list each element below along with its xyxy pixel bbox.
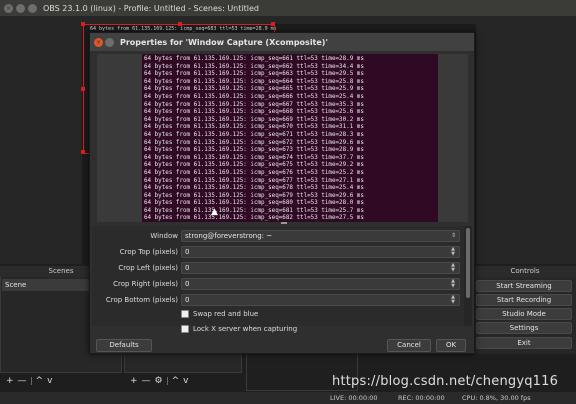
- obs-titlebar: × OBS 23.1.0 (linux) - Profile: Untitled…: [0, 0, 576, 16]
- mouse-pointer-icon: ▲: [211, 207, 218, 217]
- toolbar-separator: [166, 377, 168, 385]
- terminal-line: 64 bytes from 61.135.169.125: icmp_seq=6…: [144, 109, 364, 116]
- move-down-icon[interactable]: v: [183, 376, 188, 386]
- swap-red-blue-row[interactable]: Swap red and blue: [181, 310, 258, 318]
- status-bar: LIVE: 00:00:00 REC: 00:00:00 CPU: 0.8%, …: [0, 392, 576, 404]
- crop-top-input[interactable]: 0 ▲ ▼: [181, 246, 460, 258]
- terminal-line: 64 bytes from 61.135.169.125: icmp_seq=6…: [144, 177, 364, 184]
- live-timer: LIVE: 00:00:00: [330, 394, 378, 402]
- terminal-line: 64 bytes from 61.135.169.125: icmp_seq=6…: [144, 139, 364, 146]
- terminal-line: 64 bytes from 61.135.169.125: icmp_seq=6…: [144, 162, 364, 169]
- spin-arrows-icon[interactable]: ▲ ▼: [449, 279, 457, 289]
- resize-handle[interactable]: [81, 150, 85, 154]
- crop-top-value: 0: [185, 248, 190, 256]
- crop-bottom-value: 0: [185, 296, 190, 304]
- gear-icon[interactable]: ⚙: [155, 376, 163, 386]
- move-up-icon[interactable]: ^: [36, 376, 44, 386]
- properties-dialog: × Properties for 'Window Capture (Xcompo…: [89, 32, 475, 354]
- resize-handle[interactable]: [178, 22, 182, 26]
- window-select[interactable]: strong@foreverstrong: ~ ⇕: [181, 230, 460, 242]
- terminal-line: 64 bytes from 61.135.169.125: icmp_seq=6…: [144, 154, 364, 161]
- settings-button[interactable]: Settings: [476, 322, 572, 334]
- ok-button[interactable]: OK: [436, 339, 466, 352]
- swap-red-blue-checkbox[interactable]: [181, 310, 189, 318]
- start-streaming-button[interactable]: Start Streaming: [476, 280, 572, 292]
- move-up-icon[interactable]: ^: [172, 376, 180, 386]
- terminal-capture: 64 bytes from 61.135.169.125: icmp_seq=6…: [142, 54, 438, 222]
- terminal-line: 64 bytes from 61.135.169.125: icmp_seq=6…: [144, 147, 364, 154]
- rec-timer: REC: 00:00:00: [398, 394, 445, 402]
- terminal-line: 64 bytes from 61.135.169.125: icmp_seq=6…: [144, 192, 364, 199]
- window-label: Window: [150, 232, 178, 240]
- lock-x-server-label: Lock X server when capturing: [193, 325, 298, 333]
- crop-left-label: Crop Left (pixels): [118, 264, 178, 272]
- window-select-value: strong@foreverstrong: ~: [185, 232, 273, 240]
- terminal-line: 64 bytes from 61.135.169.125: icmp_seq=6…: [144, 78, 364, 85]
- crop-right-input[interactable]: 0 ▲ ▼: [181, 278, 460, 290]
- cpu-fps: CPU: 0.8%, 30.00 fps: [462, 394, 531, 402]
- exit-button[interactable]: Exit: [476, 337, 572, 349]
- terminal-line: 64 bytes from 61.135.169.125: icmp_seq=6…: [144, 71, 364, 78]
- terminal-line: 64 bytes from 61.135.169.125: icmp_seq=6…: [144, 116, 364, 123]
- terminal-line: 64 bytes from 61.135.169.125: icmp_seq=6…: [144, 207, 364, 214]
- terminal-line: 64 bytes from 61.135.169.125: icmp_seq=6…: [144, 86, 364, 93]
- terminal-line: 64 bytes from 61.135.169.125: icmp_seq=6…: [144, 200, 364, 207]
- toolbar-separator: [30, 377, 32, 385]
- terminal-line: 64 bytes from 61.135.169.125: icmp_seq=6…: [144, 131, 364, 138]
- spin-arrows-icon[interactable]: ▲ ▼: [449, 247, 457, 257]
- studio-mode-button[interactable]: Studio Mode: [476, 308, 572, 320]
- terminal-line: 64 bytes from 61.135.169.125: icmp_seq=6…: [144, 124, 364, 131]
- lock-x-server-row[interactable]: Lock X server when capturing: [181, 325, 297, 333]
- terminal-line: 64 bytes from 61.135.169.125: icmp_seq=6…: [144, 56, 364, 62]
- crop-right-label: Crop Right (pixels): [113, 280, 178, 288]
- capture-preview: 64 bytes from 61.135.169.125: icmp_seq=6…: [97, 54, 468, 222]
- chevron-updown-icon: ⇕: [450, 232, 456, 239]
- crop-left-value: 0: [185, 264, 190, 272]
- close-icon[interactable]: ×: [4, 3, 13, 13]
- terminal-line: 64 bytes from 61.135.169.125: icmp_seq=6…: [144, 93, 364, 100]
- crop-right-value: 0: [185, 280, 190, 288]
- swap-red-blue-label: Swap red and blue: [193, 310, 259, 318]
- spin-arrows-icon[interactable]: ▲ ▼: [449, 295, 457, 305]
- terminal-line: 64 bytes from 61.135.169.125: icmp_seq=6…: [144, 215, 364, 222]
- terminal-line: 64 bytes from 61.135.169.125: icmp_seq=6…: [144, 185, 364, 192]
- terminal-line: 64 bytes from 61.135.169.125: icmp_seq=6…: [144, 101, 364, 108]
- maximize-icon[interactable]: [28, 3, 37, 13]
- add-icon[interactable]: +: [130, 376, 138, 386]
- crop-top-label: Crop Top (pixels): [119, 248, 178, 256]
- terminal-line: 64 bytes from 61.135.169.125: icmp_seq=6…: [144, 169, 364, 176]
- splitter-handle[interactable]: [281, 222, 287, 224]
- move-down-icon[interactable]: v: [47, 376, 52, 386]
- crop-left-input[interactable]: 0 ▲ ▼: [181, 262, 460, 274]
- spin-arrows-icon[interactable]: ▲ ▼: [449, 263, 457, 273]
- crop-bottom-label: Crop Bottom (pixels): [105, 296, 178, 304]
- watermark: https://blog.csdn.net/chengyq116: [332, 374, 559, 389]
- start-recording-button[interactable]: Start Recording: [476, 294, 572, 306]
- cancel-button[interactable]: Cancel: [387, 339, 431, 352]
- defaults-button[interactable]: Defaults: [96, 339, 152, 352]
- minimize-icon[interactable]: [16, 3, 25, 13]
- scenes-toolbar: + — ^ v: [2, 374, 52, 388]
- remove-icon[interactable]: —: [142, 376, 151, 386]
- sources-toolbar: + — ⚙ ^ v: [126, 374, 189, 388]
- window-title: OBS 23.1.0 (linux) - Profile: Untitled -…: [43, 3, 259, 13]
- resize-handle[interactable]: [271, 22, 275, 26]
- scrollbar-thumb[interactable]: [466, 228, 470, 298]
- dialog-title: Properties for 'Window Capture (Xcomposi…: [120, 37, 328, 47]
- add-icon[interactable]: +: [6, 376, 14, 386]
- remove-icon[interactable]: —: [18, 376, 27, 386]
- lock-x-server-checkbox[interactable]: [181, 325, 189, 333]
- dialog-titlebar: × Properties for 'Window Capture (Xcompo…: [90, 33, 474, 51]
- resize-handle[interactable]: [81, 22, 85, 26]
- controls-header: Controls: [474, 266, 576, 277]
- terminal-line: 64 bytes from 61.135.169.125: icmp_seq=6…: [144, 63, 364, 70]
- resize-handle[interactable]: [81, 87, 85, 91]
- minimize-icon[interactable]: [105, 37, 114, 47]
- crop-bottom-input[interactable]: 0 ▲ ▼: [181, 294, 460, 306]
- close-icon[interactable]: ×: [94, 37, 103, 47]
